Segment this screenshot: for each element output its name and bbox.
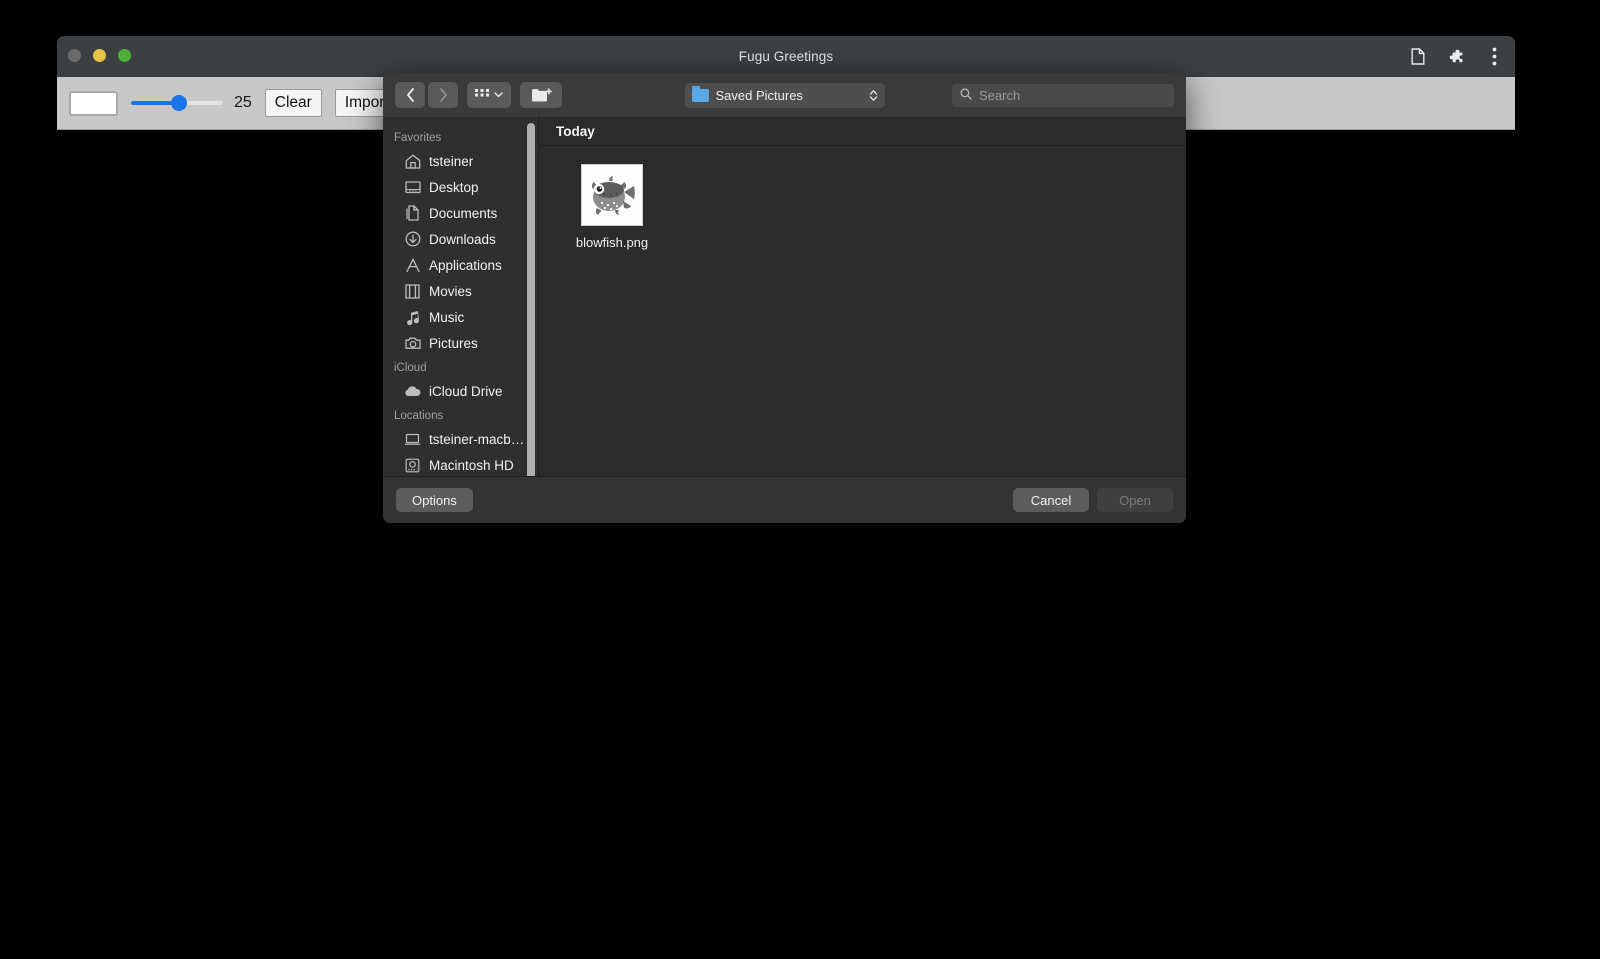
blowfish-thumbnail	[581, 164, 643, 226]
open-button[interactable]: Open	[1097, 488, 1173, 512]
sidebar-item-movies[interactable]: Movies	[383, 278, 539, 304]
documents-icon	[404, 205, 421, 222]
file-open-dialog: Saved Pictures Search Favorites tsteiner…	[383, 73, 1186, 523]
page-title: Fugu Greetings	[738, 49, 834, 64]
back-button[interactable]	[395, 82, 425, 108]
sidebar-item-macintosh-hd[interactable]: Macintosh HD	[383, 452, 539, 476]
path-select[interactable]: Saved Pictures	[684, 82, 885, 108]
footer-actions: Cancel Open	[1013, 488, 1173, 512]
file-name-label: blowfish.png	[575, 235, 649, 250]
file-list-area[interactable]: Today blowfish.png	[539, 117, 1186, 476]
harddisk-icon	[404, 457, 421, 474]
group-header-today: Today	[539, 117, 1186, 146]
extensions-puzzle-icon[interactable]	[1445, 46, 1467, 68]
sidebar-item-label: tsteiner	[429, 153, 474, 169]
sidebar-section-favorites: Favorites	[394, 132, 442, 144]
search-input[interactable]: Search	[952, 83, 1174, 107]
chevron-updown-icon	[869, 89, 878, 102]
sidebar-item-label: Music	[429, 309, 465, 325]
titlebar-actions	[1407, 36, 1505, 77]
traffic-lights	[68, 49, 131, 62]
sidebar-item-label: Desktop	[429, 179, 479, 195]
sidebar-item-music[interactable]: Music	[383, 304, 539, 330]
sidebar-item-label: Documents	[429, 205, 498, 221]
desktop-icon	[404, 179, 421, 196]
sidebar-item-label: Movies	[429, 283, 472, 299]
grid-view-icon[interactable]	[467, 82, 511, 108]
downloads-icon	[404, 231, 421, 248]
color-picker-input[interactable]	[69, 90, 118, 116]
movies-icon	[404, 283, 421, 300]
dialog-footer: Options Cancel Open	[383, 476, 1186, 523]
search-icon	[960, 87, 972, 103]
sidebar-item-label: Downloads	[429, 231, 496, 247]
slider-value-text: 25	[234, 94, 252, 111]
home-icon	[404, 153, 421, 170]
search-placeholder: Search	[979, 87, 1021, 103]
sidebar-item-label: Pictures	[429, 335, 478, 351]
close-window-button[interactable]	[68, 49, 81, 62]
sidebar-item-downloads[interactable]: Downloads	[383, 226, 539, 252]
folder-icon	[691, 85, 709, 102]
path-label: Saved Pictures	[715, 87, 803, 103]
applications-icon	[404, 257, 421, 274]
dialog-body: Favorites tsteiner Desktop Documents Dow…	[383, 117, 1186, 476]
sidebar-item-label: Macintosh HD	[429, 457, 514, 473]
browser-titlebar: Fugu Greetings	[57, 36, 1515, 77]
new-folder-icon[interactable]	[520, 82, 562, 108]
sidebar-item-label: Applications	[429, 257, 502, 273]
sidebar-scrollbar[interactable]	[527, 123, 535, 476]
cancel-button[interactable]: Cancel	[1013, 488, 1089, 512]
sidebar-item-documents[interactable]: Documents	[383, 200, 539, 226]
sidebar-item-pictures[interactable]: Pictures	[383, 330, 539, 356]
screen: Fugu Greetings 25 Clear Import Saved Pic…	[0, 0, 1600, 959]
page-icon[interactable]	[1407, 46, 1429, 68]
maximize-window-button[interactable]	[118, 49, 131, 62]
sidebar-item-applications[interactable]: Applications	[383, 252, 539, 278]
sidebar-item-icloud-drive[interactable]: iCloud Drive	[383, 378, 539, 404]
sidebar-section-locations: Locations	[394, 410, 444, 422]
sidebar-item-label: iCloud Drive	[429, 383, 503, 399]
sidebar-item-desktop[interactable]: Desktop	[383, 174, 539, 200]
pictures-camera-icon	[404, 335, 421, 352]
music-icon	[404, 309, 421, 326]
file-grid: blowfish.png	[539, 146, 1186, 250]
line-width-slider[interactable]	[131, 93, 223, 113]
clear-button[interactable]: Clear	[264, 88, 322, 118]
forward-button[interactable]	[428, 82, 458, 108]
chrome-menu-icon[interactable]	[1483, 46, 1505, 68]
slider-thumb[interactable]	[170, 95, 187, 111]
cloud-icon	[404, 383, 421, 400]
navigation-buttons	[395, 82, 458, 108]
list-item[interactable]: blowfish.png	[567, 164, 657, 250]
dialog-toolbar: Saved Pictures Search	[383, 73, 1186, 117]
sidebar-item-tsteiner-macbook[interactable]: tsteiner-macb…	[383, 426, 539, 452]
sidebar-section-icloud: iCloud	[394, 362, 427, 374]
minimize-window-button[interactable]	[93, 49, 106, 62]
sidebar-item-tsteiner[interactable]: tsteiner	[383, 148, 539, 174]
sidebar-item-label: tsteiner-macb…	[429, 431, 525, 447]
dialog-sidebar[interactable]: Favorites tsteiner Desktop Documents Dow…	[383, 117, 539, 476]
options-button[interactable]: Options	[396, 488, 473, 512]
laptop-icon	[404, 431, 421, 448]
slider-value-label: 25	[234, 94, 252, 112]
